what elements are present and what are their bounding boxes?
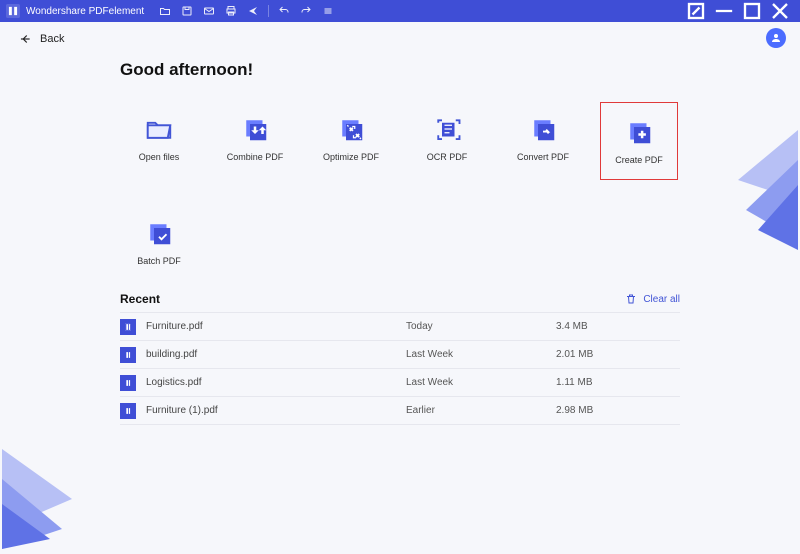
recent-file-time: Last Week xyxy=(406,377,556,388)
tile-label: Combine PDF xyxy=(227,152,284,162)
decorative-shapes-left xyxy=(2,439,92,549)
ocr-icon xyxy=(432,114,462,144)
toolbar-mail-button[interactable] xyxy=(198,0,220,22)
recent-file-size: 3.4 MB xyxy=(556,321,680,332)
tile-combine-pdf[interactable]: Combine PDF xyxy=(216,102,294,174)
recent-row[interactable]: Furniture.pdf Today 3.4 MB xyxy=(120,313,680,341)
folder-open-icon xyxy=(144,114,174,144)
recent-file-name: Furniture (1).pdf xyxy=(146,405,406,416)
titlebar: Wondershare PDFelement xyxy=(0,0,800,22)
toolbar-save-button[interactable] xyxy=(176,0,198,22)
tile-label: Open files xyxy=(139,152,180,162)
window-compact-button[interactable] xyxy=(682,0,710,22)
clear-all-button[interactable]: Clear all xyxy=(625,293,680,305)
pdf-file-icon xyxy=(120,319,136,335)
recent-file-time: Earlier xyxy=(406,405,556,416)
recent-file-size: 2.01 MB xyxy=(556,349,680,360)
back-label: Back xyxy=(40,33,64,45)
recent-file-name: building.pdf xyxy=(146,349,406,360)
account-avatar-button[interactable] xyxy=(766,28,786,48)
greeting-heading: Good afternoon! xyxy=(120,60,680,80)
trash-icon xyxy=(625,293,637,305)
window-minimize-button[interactable] xyxy=(710,0,738,22)
recent-row[interactable]: Logistics.pdf Last Week 1.11 MB xyxy=(120,369,680,397)
toolbar-divider xyxy=(268,5,269,17)
recent-file-size: 1.11 MB xyxy=(556,377,680,388)
tile-label: Optimize PDF xyxy=(323,152,379,162)
batch-icon xyxy=(144,218,174,248)
app-title: Wondershare PDFelement xyxy=(26,6,144,17)
tile-convert-pdf[interactable]: Convert PDF xyxy=(504,102,582,174)
back-button[interactable]: Back xyxy=(18,32,64,46)
toolbar-share-button[interactable] xyxy=(242,0,264,22)
app-logo-icon xyxy=(6,4,20,18)
recent-row[interactable]: Furniture (1).pdf Earlier 2.98 MB xyxy=(120,397,680,425)
toolbar-redo-button[interactable] xyxy=(295,0,317,22)
tile-optimize-pdf[interactable]: Optimize PDF xyxy=(312,102,390,174)
toolbar-print-button[interactable] xyxy=(220,0,242,22)
create-icon xyxy=(624,117,654,147)
tile-batch-pdf[interactable]: Batch PDF xyxy=(120,206,198,278)
recent-file-size: 2.98 MB xyxy=(556,405,680,416)
recent-list: Furniture.pdf Today 3.4 MB building.pdf … xyxy=(120,312,680,425)
clear-all-label: Clear all xyxy=(643,294,680,305)
optimize-icon xyxy=(336,114,366,144)
window-close-button[interactable] xyxy=(766,0,794,22)
nav-row: Back xyxy=(0,22,800,56)
tile-label: OCR PDF xyxy=(427,152,468,162)
tile-label: Batch PDF xyxy=(137,256,181,266)
recent-file-time: Last Week xyxy=(406,349,556,360)
tile-ocr-pdf[interactable]: OCR PDF xyxy=(408,102,486,174)
toolbar-more-button[interactable] xyxy=(317,0,339,22)
recent-file-name: Furniture.pdf xyxy=(146,321,406,332)
window-maximize-button[interactable] xyxy=(738,0,766,22)
combine-icon xyxy=(240,114,270,144)
recent-header: Recent Clear all xyxy=(120,292,680,306)
recent-file-name: Logistics.pdf xyxy=(146,377,406,388)
recent-row[interactable]: building.pdf Last Week 2.01 MB xyxy=(120,341,680,369)
tile-label: Convert PDF xyxy=(517,152,569,162)
back-arrow-icon xyxy=(18,32,32,46)
tile-label: Create PDF xyxy=(615,155,663,165)
quick-actions-row-1: Open files Combine PDF Optimize PDF OCR … xyxy=(120,102,680,180)
main-content: Good afternoon! Open files Combine PDF O… xyxy=(0,56,800,425)
tile-open-files[interactable]: Open files xyxy=(120,102,198,174)
pdf-file-icon xyxy=(120,347,136,363)
pdf-file-icon xyxy=(120,403,136,419)
tile-create-pdf[interactable]: Create PDF xyxy=(600,102,678,180)
user-icon xyxy=(770,32,782,44)
pdf-file-icon xyxy=(120,375,136,391)
toolbar-undo-button[interactable] xyxy=(273,0,295,22)
recent-heading: Recent xyxy=(120,292,160,306)
convert-icon xyxy=(528,114,558,144)
quick-actions-row-2: Batch PDF xyxy=(120,206,680,278)
toolbar-open-button[interactable] xyxy=(154,0,176,22)
recent-file-time: Today xyxy=(406,321,556,332)
